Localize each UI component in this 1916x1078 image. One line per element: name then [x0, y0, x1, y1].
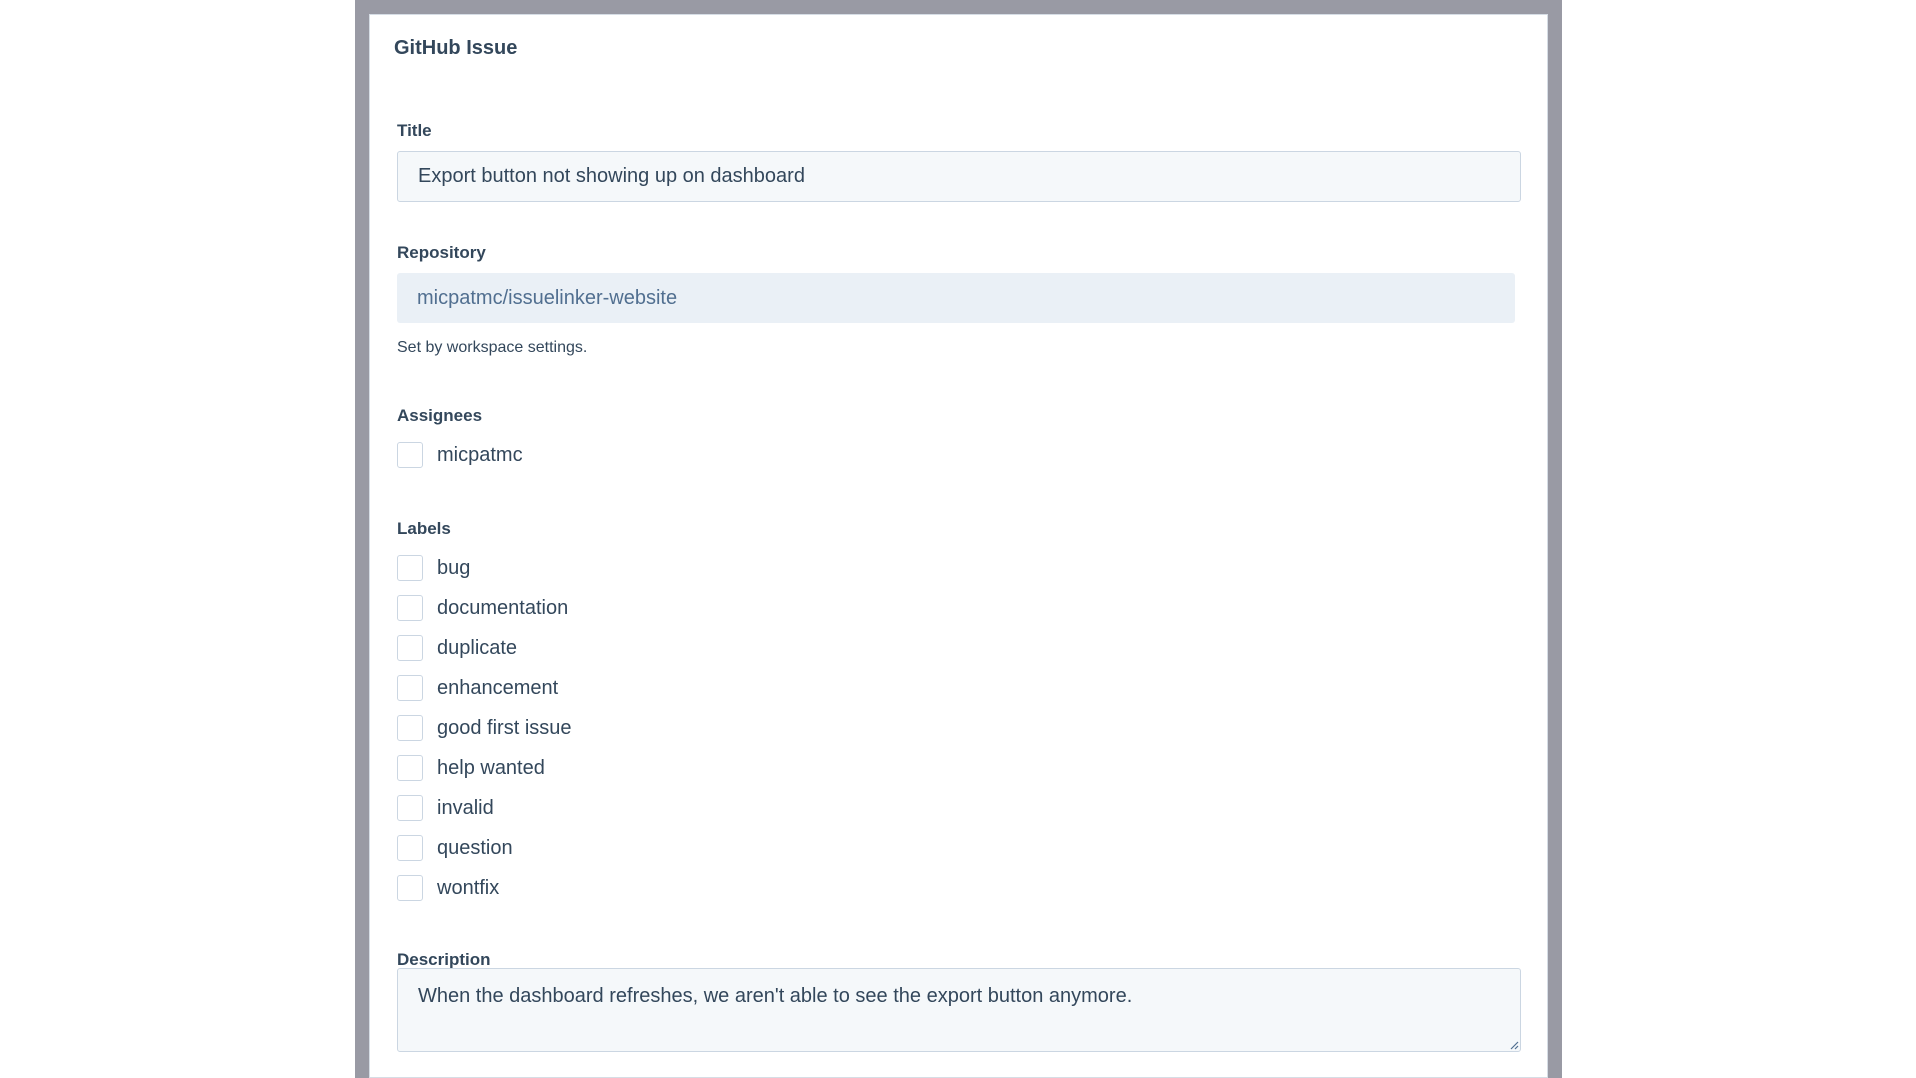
- label-option-question[interactable]: question: [397, 834, 513, 862]
- form-title: GitHub Issue: [394, 37, 518, 59]
- checkbox[interactable]: [397, 595, 423, 621]
- assignees-label: Assignees: [397, 406, 483, 425]
- assignee-option-label: micpatmc: [437, 443, 523, 466]
- checkbox[interactable]: [397, 875, 423, 901]
- checkbox[interactable]: [397, 835, 423, 861]
- label-option-wontfix[interactable]: wontfix: [397, 874, 499, 902]
- checkbox[interactable]: [397, 795, 423, 821]
- checkbox[interactable]: [397, 555, 423, 581]
- checkbox[interactable]: [397, 635, 423, 661]
- github-issue-form: GitHub Issue Title Repository micpatmc/i…: [369, 14, 1548, 1078]
- checkbox[interactable]: [397, 442, 423, 468]
- label-option-text: bug: [437, 556, 471, 579]
- repository-value: micpatmc/issuelinker-website: [417, 286, 678, 309]
- label-option-text: enhancement: [437, 676, 559, 699]
- description-textarea[interactable]: When the dashboard refreshes, we aren't …: [397, 968, 1521, 1052]
- label-option-text: duplicate: [437, 636, 518, 659]
- repository-help-text: Set by workspace settings.: [397, 339, 588, 356]
- repository-label: Repository: [397, 243, 486, 262]
- label-option-duplicate[interactable]: duplicate: [397, 634, 517, 662]
- label-option-text: documentation: [437, 596, 569, 619]
- checkbox[interactable]: [397, 755, 423, 781]
- modal-frame: GitHub Issue Title Repository micpatmc/i…: [355, 0, 1562, 1078]
- label-option-text: wontfix: [437, 876, 500, 899]
- resize-grip-icon[interactable]: [1510, 1041, 1519, 1050]
- title-label: Title: [397, 121, 432, 140]
- title-input[interactable]: [397, 151, 1521, 202]
- assignee-option-micpatmc[interactable]: micpatmc: [397, 441, 523, 469]
- label-option-text: help wanted: [437, 756, 545, 779]
- label-option-text: invalid: [437, 796, 494, 819]
- label-option-bug[interactable]: bug: [397, 554, 470, 582]
- label-option-help-wanted[interactable]: help wanted: [397, 754, 545, 782]
- labels-label: Labels: [397, 519, 451, 538]
- label-option-enhancement[interactable]: enhancement: [397, 674, 558, 702]
- label-option-text: question: [437, 836, 513, 859]
- checkbox[interactable]: [397, 715, 423, 741]
- repository-field: micpatmc/issuelinker-website: [397, 273, 1515, 323]
- description-label: Description: [397, 950, 491, 969]
- label-option-documentation[interactable]: documentation: [397, 594, 568, 622]
- label-option-good-first-issue[interactable]: good first issue: [397, 714, 572, 742]
- label-option-invalid[interactable]: invalid: [397, 794, 494, 822]
- label-option-text: good first issue: [437, 716, 572, 739]
- checkbox[interactable]: [397, 675, 423, 701]
